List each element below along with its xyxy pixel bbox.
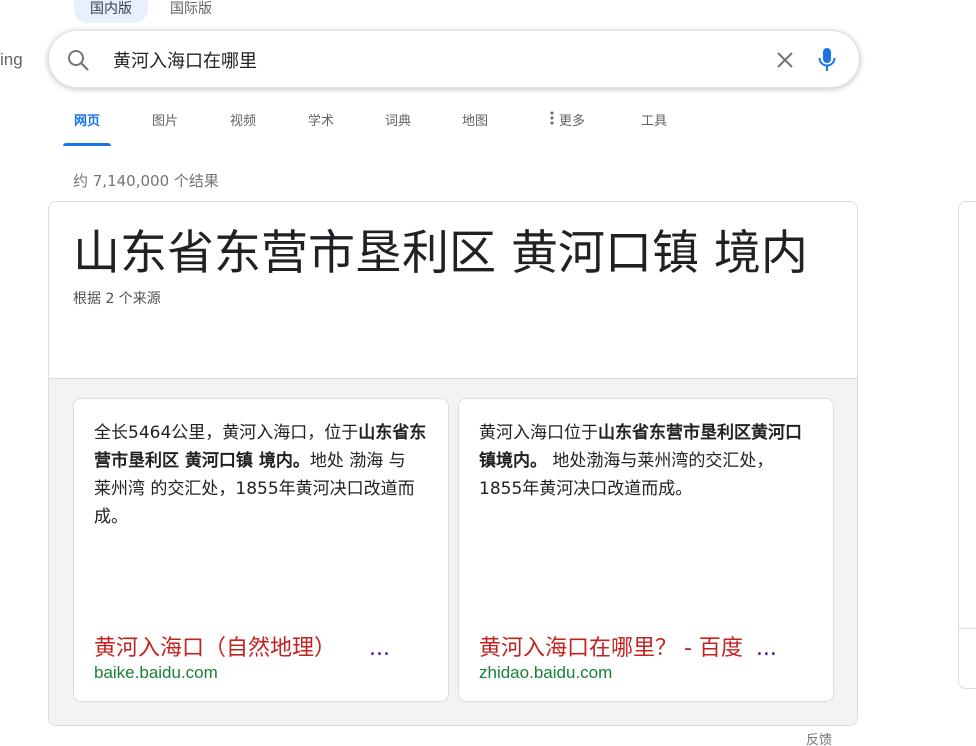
- card-link[interactable]: 黄河入海口（自然地理） ...: [94, 635, 430, 663]
- search-nav: 网页 图片 视频 学术 词典 地图 更多 工具: [63, 108, 669, 146]
- feedback-link[interactable]: 反馈: [806, 729, 832, 746]
- answer-title: 山东省东营市垦利区 黄河口镇 境内: [73, 226, 808, 281]
- search-input[interactable]: [113, 45, 753, 75]
- search-box: [48, 30, 860, 88]
- microphone-icon[interactable]: [815, 46, 839, 74]
- result-stats: 约 7,140,000 个结果: [73, 172, 219, 190]
- tab-domestic[interactable]: 国内版: [74, 0, 148, 23]
- snippet-text: 全长5464公里，黄河入海口，位于: [94, 423, 359, 443]
- tab-images[interactable]: 图片: [150, 108, 180, 146]
- card-domain: baike.baidu.com: [94, 663, 218, 682]
- tab-more[interactable]: 更多: [545, 108, 589, 146]
- tab-tools[interactable]: 工具: [639, 108, 669, 146]
- featured-answer-panel: 山东省东营市垦利区 黄河口镇 境内 根据 2 个来源 全长5464公里，黄河入海…: [48, 201, 858, 726]
- source-card[interactable]: 黄河入海口位于山东省东营市垦利区黄河口镇境内。 地处渤海与莱州湾的交汇处，185…: [458, 398, 834, 702]
- snippet-text: 黄河入海口位于: [479, 423, 598, 443]
- more-vert-icon: [550, 111, 554, 125]
- close-icon[interactable]: [773, 48, 797, 72]
- side-panel-divider: [958, 628, 976, 629]
- tab-international[interactable]: 国际版: [158, 0, 224, 23]
- card-snippet: 全长5464公里，黄河入海口，位于山东省东营市垦利区 黄河口镇 境内。地处 渤海…: [94, 419, 428, 531]
- tab-videos[interactable]: 视频: [228, 108, 258, 146]
- tab-web[interactable]: 网页: [63, 108, 111, 146]
- card-link-ellipsis: ...: [369, 636, 390, 661]
- search-icon[interactable]: [66, 48, 90, 72]
- tab-dictionary[interactable]: 词典: [383, 108, 413, 146]
- card-domain: zhidao.baidu.com: [479, 663, 613, 682]
- tab-academic[interactable]: 学术: [306, 108, 336, 146]
- logo[interactable]: ing: [0, 50, 23, 70]
- region-tabs: 国内版 国际版: [74, 0, 234, 23]
- card-link-ellipsis: ...: [755, 636, 777, 661]
- tab-more-label: 更多: [558, 114, 585, 129]
- source-card[interactable]: 全长5464公里，黄河入海口，位于山东省东营市垦利区 黄河口镇 境内。地处 渤海…: [73, 398, 449, 702]
- card-link[interactable]: 黄河入海口在哪里？ - 百度 ...: [479, 635, 815, 663]
- answer-sources: 根据 2 个来源: [73, 291, 161, 307]
- card-snippet: 黄河入海口位于山东省东营市垦利区黄河口镇境内。 地处渤海与莱州湾的交汇处，185…: [479, 419, 813, 503]
- tab-maps[interactable]: 地图: [460, 108, 490, 146]
- card-link-title: 黄河入海口在哪里？ - 百度: [479, 636, 743, 661]
- answer-header: 山东省东营市垦利区 黄河口镇 境内 根据 2 个来源: [49, 202, 857, 379]
- side-panel-edge: [958, 201, 976, 689]
- card-link-title: 黄河入海口（自然地理）: [94, 636, 337, 661]
